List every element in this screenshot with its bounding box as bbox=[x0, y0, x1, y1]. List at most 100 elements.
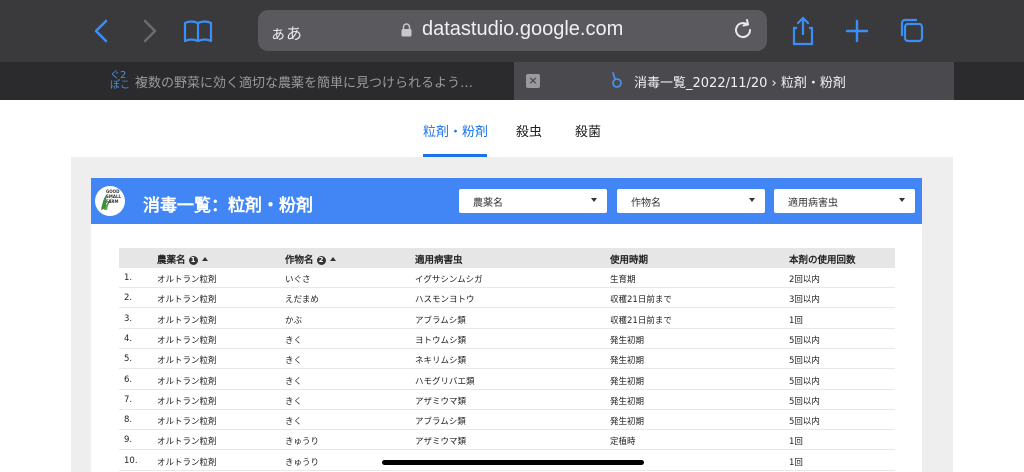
browser-tab-2[interactable]: × 消毒一覧_2022/11/20 › 粒剤・粉剤 bbox=[514, 62, 954, 100]
cell-timing: 発生初期 bbox=[610, 335, 645, 346]
bookmarks-icon[interactable] bbox=[181, 14, 215, 48]
forward-icon[interactable] bbox=[132, 14, 166, 48]
table-row[interactable]: 4. オルトラン粒剤 きく ヨトウムシ類 発生初期 5回以内 bbox=[119, 329, 895, 349]
cell-count: 1回 bbox=[789, 457, 803, 468]
cell-crop: きゅうり bbox=[285, 457, 320, 468]
cell-pest: ヨトウムシ類 bbox=[415, 335, 467, 346]
column-header-timing[interactable]: 使用時期 bbox=[610, 252, 648, 266]
tabs-icon[interactable] bbox=[895, 14, 929, 48]
filter-pesticide-name[interactable]: 農薬名 bbox=[459, 189, 607, 213]
cell-timing: 発生初期 bbox=[610, 396, 645, 407]
browser-tab-1[interactable]: ぐ2ぽこ 複数の野菜に効く適切な農薬を簡単に見つけられるよう… bbox=[0, 62, 514, 100]
row-number: 3. bbox=[124, 313, 133, 324]
row-number: 4. bbox=[124, 333, 133, 344]
cell-pest: アザミウマ類 bbox=[415, 437, 467, 448]
cell-count: 5回以内 bbox=[789, 396, 820, 407]
row-number: 9. bbox=[124, 435, 133, 446]
cell-crop: きく bbox=[285, 356, 303, 367]
table-row[interactable]: 3. オルトラン粒剤 かぶ アブラムシ類 収穫21日前まで 1回 bbox=[119, 309, 895, 329]
table-header: 農薬名 1 作物名 2 適用病害虫 使用時期 本剤の使用回数 bbox=[119, 248, 895, 268]
lock-icon bbox=[401, 23, 412, 37]
cell-count: 5回以内 bbox=[789, 417, 820, 428]
row-number: 10. bbox=[124, 455, 138, 466]
page-content: 粒剤・粉剤 殺虫 殺菌 GOOD SMALL FARM 消毒一覧：粒剤・粉剤 農… bbox=[0, 100, 1024, 472]
cell-pest: ネキリムシ類 bbox=[415, 356, 467, 367]
cell-crop: きゅうり bbox=[285, 437, 320, 448]
cell-timing: 収穫21日前まで bbox=[610, 295, 672, 306]
cell-crop: きく bbox=[285, 417, 303, 428]
table-row[interactable]: 1. オルトラン粒剤 いぐさ イグサシンムシガ 生育期 2回以内 bbox=[119, 268, 895, 288]
filter-label: 適用病害虫 bbox=[788, 198, 838, 209]
filter-crop-name[interactable]: 作物名 bbox=[617, 189, 765, 213]
cell-pesticide: オルトラン粒剤 bbox=[157, 275, 217, 285]
row-number: 2. bbox=[124, 293, 133, 304]
cell-pesticide: オルトラン粒剤 bbox=[157, 295, 217, 306]
back-icon[interactable] bbox=[86, 14, 120, 48]
column-header-count[interactable]: 本剤の使用回数 bbox=[789, 252, 856, 266]
table-row[interactable]: 2. オルトラン粒剤 えだまめ ハスモンヨトウ 収穫21日前まで 3回以内 bbox=[119, 288, 895, 309]
table-row[interactable]: 5. オルトラン粒剤 きく ネキリムシ類 発生初期 5回以内 bbox=[119, 349, 895, 370]
cell-pesticide: オルトラン粒剤 bbox=[157, 457, 217, 468]
report-canvas: GOOD SMALL FARM 消毒一覧：粒剤・粉剤 農薬名 作物名 適用病害虫 bbox=[71, 157, 953, 472]
cell-count: 5回以内 bbox=[789, 356, 820, 367]
cell-timing: 発生初期 bbox=[610, 356, 645, 367]
reader-settings-button[interactable]: ぁあ bbox=[270, 20, 302, 44]
cell-timing: 発生初期 bbox=[610, 417, 645, 428]
cell-crop: きく bbox=[285, 376, 303, 387]
cell-pesticide: オルトラン粒剤 bbox=[157, 437, 217, 448]
tab-insecticide[interactable]: 殺虫 bbox=[516, 121, 542, 140]
column-header-pesticide[interactable]: 農薬名 1 bbox=[157, 252, 208, 266]
url-text: datastudio.google.com bbox=[422, 18, 624, 40]
table-row[interactable]: 6. オルトラン粒剤 きく ハモグリバエ類 発生初期 5回以内 bbox=[119, 370, 895, 390]
row-number: 6. bbox=[124, 374, 133, 385]
column-header-crop[interactable]: 作物名 2 bbox=[285, 252, 336, 266]
home-indicator bbox=[382, 460, 644, 465]
tab-fungicide[interactable]: 殺菌 bbox=[575, 121, 601, 140]
cell-pest: アザミウマ類 bbox=[415, 396, 467, 407]
cell-pesticide: オルトラン粒剤 bbox=[157, 417, 217, 428]
tab-title: 消毒一覧_2022/11/20 › 粒剤・粉剤 bbox=[634, 76, 846, 91]
sort-order-badge: 1 bbox=[188, 256, 198, 265]
table-row[interactable]: 9. オルトラン粒剤 きゅうり アザミウマ類 定植時 1回 bbox=[119, 430, 895, 451]
cell-pest: アブラムシ類 bbox=[415, 417, 466, 428]
column-header-pest[interactable]: 適用病害虫 bbox=[415, 252, 463, 266]
dropdown-arrow-icon bbox=[899, 198, 905, 202]
table-row[interactable]: 7. オルトラン粒剤 きく アザミウマ類 発生初期 5回以内 bbox=[119, 390, 895, 410]
share-icon[interactable] bbox=[786, 14, 820, 48]
report-header: GOOD SMALL FARM 消毒一覧：粒剤・粉剤 農薬名 作物名 適用病害虫 bbox=[91, 178, 922, 224]
cell-pesticide: オルトラン粒剤 bbox=[157, 356, 217, 367]
report-panel: GOOD SMALL FARM 消毒一覧：粒剤・粉剤 農薬名 作物名 適用病害虫 bbox=[91, 178, 922, 472]
table-row[interactable]: 8. オルトラン粒剤 きく アブラムシ類 発生初期 5回以内 bbox=[119, 410, 895, 431]
filter-label: 作物名 bbox=[631, 198, 661, 209]
cell-crop: いぐさ bbox=[285, 275, 311, 285]
cell-timing: 生育期 bbox=[610, 275, 636, 285]
cell-count: 1回 bbox=[789, 437, 803, 448]
cell-crop: えだまめ bbox=[285, 295, 319, 306]
filter-label: 農薬名 bbox=[473, 198, 503, 209]
app-icon: ぐ2ぽこ bbox=[110, 70, 130, 91]
cell-pesticide: オルトラン粒剤 bbox=[157, 335, 217, 346]
logo-text: GOOD SMALL FARM bbox=[106, 189, 122, 204]
row-number: 5. bbox=[124, 354, 133, 365]
filter-pest[interactable]: 適用病害虫 bbox=[774, 189, 915, 213]
cell-pest: ハモグリバエ類 bbox=[415, 376, 475, 387]
tab-bar: ぐ2ぽこ 複数の野菜に効く適切な農薬を簡単に見つけられるよう… × 消毒一覧_2… bbox=[0, 62, 1024, 100]
dropdown-arrow-icon bbox=[749, 198, 755, 202]
farm-logo: GOOD SMALL FARM bbox=[95, 186, 125, 216]
browser-toolbar: ぁあ datastudio.google.com bbox=[0, 0, 1024, 62]
address-bar[interactable]: ぁあ datastudio.google.com bbox=[258, 10, 767, 51]
cell-crop: かぶ bbox=[285, 315, 303, 326]
reload-icon[interactable] bbox=[731, 16, 755, 50]
cell-count: 5回以内 bbox=[789, 335, 820, 346]
row-number: 8. bbox=[124, 415, 133, 426]
tab-title: 複数の野菜に効く適切な農薬を簡単に見つけられるよう… bbox=[135, 76, 474, 91]
cell-pesticide: オルトラン粒剤 bbox=[157, 396, 217, 407]
cell-count: 3回以内 bbox=[789, 295, 820, 306]
sort-ascending-icon bbox=[329, 257, 336, 261]
tab-granules-powder[interactable]: 粒剤・粉剤 bbox=[423, 121, 488, 140]
report-title: 消毒一覧：粒剤・粉剤 bbox=[143, 196, 313, 216]
cell-timing: 定植時 bbox=[610, 437, 636, 448]
new-tab-icon[interactable] bbox=[840, 14, 874, 48]
close-tab-icon[interactable]: × bbox=[526, 74, 540, 88]
cell-pest: アブラムシ類 bbox=[415, 315, 466, 326]
